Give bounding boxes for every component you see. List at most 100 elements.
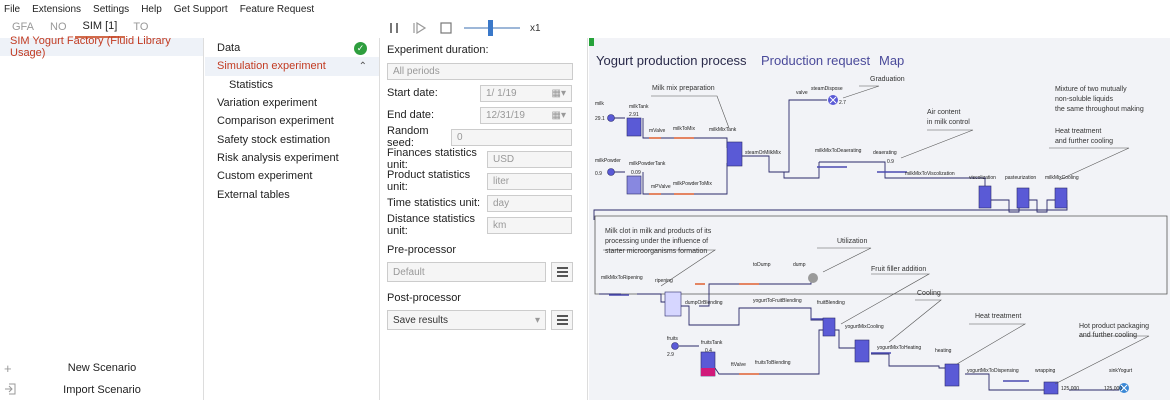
label-yogurt-mix-to-dispensing: yogurtMixToDispensing: [967, 368, 1019, 374]
calendar-icon[interactable]: ▦▾: [552, 88, 566, 99]
label-milk-to-mix: milkToMix: [673, 126, 695, 132]
stop-button[interactable]: [438, 20, 454, 36]
milk-powder-tank: [626, 175, 642, 195]
label-valve: valve: [796, 90, 808, 96]
label-milk-tank: milkTank: [629, 104, 649, 110]
end-date-field[interactable]: 12/31/19 ▦▾: [480, 106, 572, 124]
experiment-item-comparison[interactable]: Comparison experiment: [205, 112, 379, 130]
speed-slider[interactable]: [464, 20, 520, 36]
chevron-up-icon[interactable]: ⌃: [359, 61, 367, 72]
post-processor-value: Save results: [393, 314, 449, 326]
note-fruit-filler: Fruit filler addition: [871, 266, 927, 273]
experiment-properties: Experiment duration: All periods Start d…: [381, 38, 588, 400]
ripening-tank: [664, 291, 682, 317]
menu-get-support[interactable]: Get Support: [174, 4, 228, 15]
finance-unit-field[interactable]: USD: [487, 150, 572, 168]
calendar-icon[interactable]: ▦▾: [552, 110, 566, 121]
yogurt-mix-cooling-unit: [854, 339, 870, 363]
label-yogurt-mix-cooling: yogurtMixCooling: [845, 324, 884, 330]
fruits-tank-level: [701, 368, 715, 376]
label-milk-mix-tank: milkMixTank: [709, 127, 737, 133]
menu-extensions[interactable]: Extensions: [32, 4, 81, 15]
chevron-down-icon: ▾: [534, 314, 540, 326]
heating-unit: [944, 363, 960, 387]
import-scenario-button[interactable]: Import Scenario: [0, 380, 204, 400]
model-canvas[interactable]: Yogurt production process Production req…: [589, 38, 1170, 400]
label-milk-mix-cooling: milkMixCooling: [1045, 175, 1079, 181]
label-ripening: ripening: [655, 278, 673, 284]
note-hot-packaging-2: and further cooling: [1079, 332, 1137, 339]
note-milk-clot-3: starter microorganisms formation: [605, 248, 708, 255]
menu-feature-request[interactable]: Feature Request: [240, 4, 315, 15]
note-heat-treatment: Heat treatment: [975, 313, 1022, 320]
post-processor-menu-button[interactable]: [551, 310, 573, 330]
label-milk-powder: milkPowder: [595, 158, 621, 164]
scenario-item[interactable]: SIM Yogurt Factory (Fluid Library Usage): [0, 35, 203, 59]
random-seed-label: Random seed:: [387, 125, 429, 149]
check-circle-icon: ✓: [354, 41, 367, 55]
note-mixture-3: the same throughout making: [1055, 106, 1144, 113]
viscolization-unit: [978, 185, 992, 209]
menu-help[interactable]: Help: [141, 4, 162, 15]
experiment-label: Safety stock estimation: [217, 133, 331, 146]
duration-field[interactable]: All periods: [387, 62, 573, 80]
label-yogurt-to-fruit-blending: yogurtToFruitBlending: [753, 298, 802, 304]
start-date-label: Start date:: [387, 87, 438, 99]
note-cooling: Cooling: [917, 290, 941, 297]
experiment-item-custom[interactable]: Custom experiment: [205, 167, 379, 185]
pre-processor-menu-button[interactable]: [551, 262, 573, 282]
tanks: [626, 117, 1068, 395]
experiment-label: Variation experiment: [217, 97, 318, 110]
value-milk-powder: 0.9: [595, 171, 602, 177]
new-scenario-button[interactable]: + New Scenario: [0, 358, 204, 378]
new-scenario-label: New Scenario: [67, 362, 137, 374]
time-unit-field[interactable]: day: [487, 194, 572, 212]
duration-label: Experiment duration:: [387, 44, 489, 56]
post-processor-select[interactable]: Save results ▾: [387, 310, 546, 330]
label-wrapping: wrapping: [1035, 368, 1056, 374]
note-milk-mix: Milk mix preparation: [652, 85, 715, 92]
speed-label: x1: [530, 22, 541, 34]
value-milk-tank: 2.91: [629, 112, 639, 118]
experiment-item-data[interactable]: Data ✓: [205, 39, 379, 57]
stop-icon: [440, 22, 452, 34]
label-sink-yogurt: sinkYogurt: [1109, 368, 1133, 374]
speed-slider-thumb[interactable]: [488, 20, 493, 36]
import-scenario-label: Import Scenario: [63, 384, 141, 396]
pause-icon: [390, 23, 398, 33]
experiment-item-external-tables[interactable]: External tables: [205, 185, 379, 203]
label-milk-powder-tank: milkPowderTank: [629, 161, 666, 167]
distance-unit-label: Distance statistics unit:: [387, 213, 476, 237]
pre-processor-label: Pre-processor: [387, 244, 457, 256]
value-wrapping: 125,000: [1061, 386, 1080, 392]
distance-unit-field[interactable]: km: [487, 216, 572, 234]
step-button[interactable]: [412, 20, 428, 36]
menu-bar: File Extensions Settings Help Get Suppor…: [0, 0, 1170, 18]
random-seed-field[interactable]: 0: [451, 128, 572, 146]
pipes-row1: [593, 99, 1068, 220]
menu-settings[interactable]: Settings: [93, 4, 129, 15]
menu-file[interactable]: File: [4, 4, 20, 15]
value-milk: 29.1: [595, 116, 605, 122]
label-dump: dump: [793, 262, 806, 268]
experiment-item-statistics[interactable]: Statistics: [205, 76, 379, 94]
note-utilization: Utilization: [837, 238, 868, 245]
milk-tank: [626, 117, 642, 137]
product-unit-field[interactable]: liter: [487, 172, 572, 190]
pause-button[interactable]: [386, 20, 402, 36]
value-fruits: 2.9: [667, 352, 674, 358]
experiment-item-risk-analysis[interactable]: Risk analysis experiment: [205, 149, 379, 167]
pre-processor-field[interactable]: Default: [387, 262, 546, 282]
label-milk: milk: [595, 101, 604, 107]
note-mixture-1: Mixture of two mutually: [1055, 86, 1127, 93]
label-dump-or-blending: dumpOrBlending: [685, 300, 723, 306]
plus-icon: +: [4, 360, 12, 376]
experiment-item-simulation[interactable]: Simulation experiment ⌃: [205, 57, 379, 76]
start-date-field[interactable]: 1/ 1/19 ▦▾: [480, 84, 572, 102]
end-date-label: End date:: [387, 109, 435, 121]
value-sink-yogurt: 125,000: [1104, 386, 1123, 392]
experiment-item-variation[interactable]: Variation experiment: [205, 94, 379, 112]
label-deaerating: deaerating: [873, 150, 897, 156]
label-milk-powder-to-mix: milkPowderToMix: [673, 181, 712, 187]
experiment-item-safety-stock[interactable]: Safety stock estimation: [205, 130, 379, 148]
